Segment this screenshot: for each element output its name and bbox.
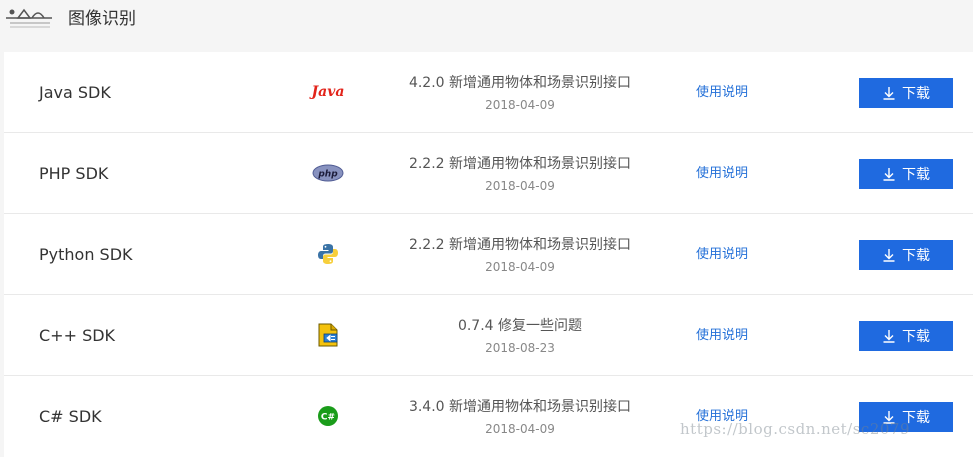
version-text: 4.2.0 新增通用物体和场景识别接口 — [408, 75, 632, 91]
version-info: 4.2.0 新增通用物体和场景识别接口 2018-04-09 — [394, 73, 646, 114]
sdk-row-cpp: C++ SDK 0.7.4 修复一些问题 2018-08-23 使用说明 下载 — [4, 295, 973, 376]
page-title: 图像识别 — [68, 9, 136, 29]
sdk-list: Java SDK Java 4.2.0 新增通用物体和场景识别接口 2018-0… — [4, 52, 973, 457]
download-icon — [883, 330, 895, 343]
download-icon — [883, 87, 895, 100]
download-button[interactable]: 下载 — [859, 78, 953, 108]
java-icon: Java — [311, 84, 345, 100]
download-button[interactable]: 下载 — [859, 240, 953, 270]
download-button[interactable]: 下载 — [859, 159, 953, 189]
svg-text:php: php — [317, 170, 338, 180]
usage-doc-link[interactable]: 使用说明 — [696, 295, 748, 376]
version-info: 2.2.2 新增通用物体和场景识别接口 2018-04-09 — [394, 154, 646, 195]
sdk-name: Python SDK — [39, 245, 133, 264]
version-text: 2.2.2 新增通用物体和场景识别接口 — [408, 237, 632, 253]
sdk-name: Java SDK — [39, 83, 111, 102]
download-icon — [883, 249, 895, 262]
landscape-logo-icon — [6, 8, 52, 28]
release-date: 2018-04-09 — [485, 422, 555, 436]
download-button[interactable]: 下载 — [859, 321, 953, 351]
release-date: 2018-04-09 — [485, 260, 555, 274]
version-text: 2.2.2 新增通用物体和场景识别接口 — [408, 156, 632, 172]
version-text: 3.4.0 新增通用物体和场景识别接口 — [408, 399, 632, 415]
download-button[interactable]: 下载 — [859, 402, 953, 432]
download-icon — [883, 168, 895, 181]
sdk-row-java: Java SDK Java 4.2.0 新增通用物体和场景识别接口 2018-0… — [4, 52, 973, 133]
usage-doc-link[interactable]: 使用说明 — [696, 52, 748, 133]
python-icon — [310, 239, 346, 269]
usage-doc-link[interactable]: 使用说明 — [696, 376, 748, 457]
version-text: 0.7.4 修复一些问题 — [457, 318, 583, 334]
sdk-name: PHP SDK — [39, 164, 109, 183]
release-date: 2018-04-09 — [485, 179, 555, 193]
download-icon — [883, 411, 895, 424]
cpp-icon — [310, 320, 346, 350]
php-icon: php — [310, 158, 346, 188]
version-info: 0.7.4 修复一些问题 2018-08-23 — [394, 316, 646, 357]
usage-doc-link[interactable]: 使用说明 — [696, 214, 748, 295]
csharp-icon: C# — [310, 401, 346, 431]
usage-doc-link[interactable]: 使用说明 — [696, 133, 748, 214]
release-date: 2018-08-23 — [485, 341, 555, 355]
sdk-row-php: PHP SDK php 2.2.2 新增通用物体和场景识别接口 2018-04-… — [4, 133, 973, 214]
version-info: 3.4.0 新增通用物体和场景识别接口 2018-04-09 — [394, 397, 646, 438]
page-header: 图像识别 — [0, 0, 973, 52]
release-date: 2018-04-09 — [485, 98, 555, 112]
version-info: 2.2.2 新增通用物体和场景识别接口 2018-04-09 — [394, 235, 646, 276]
sdk-name: C++ SDK — [39, 326, 116, 345]
sdk-row-python: Python SDK 2.2.2 新增通用物体和场景识别接口 2018-04-0… — [4, 214, 973, 295]
svg-text:C#: C# — [321, 413, 335, 423]
sdk-name: C# SDK — [39, 407, 102, 426]
sdk-row-csharp: C# SDK C# 3.4.0 新增通用物体和场景识别接口 2018-04-09… — [4, 376, 973, 457]
